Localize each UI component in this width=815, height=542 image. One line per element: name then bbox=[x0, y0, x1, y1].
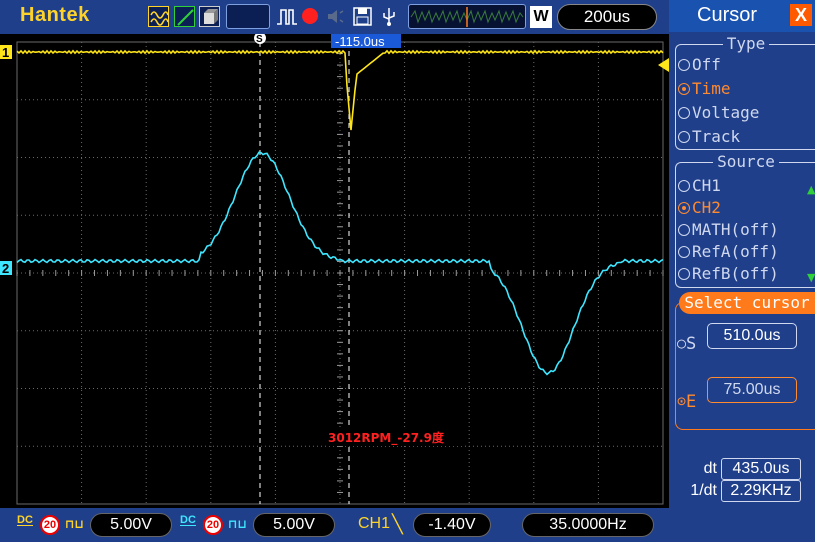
type-option-track[interactable]: Track bbox=[678, 127, 740, 146]
cursor-e-value[interactable]: 75.00us bbox=[707, 377, 797, 403]
source-option-ch2[interactable]: CH2 bbox=[678, 198, 721, 217]
type-group: Type Off Time Voltage Track bbox=[675, 34, 815, 150]
ch2-coupling[interactable]: DC bbox=[180, 515, 196, 526]
memory-overview-bar[interactable] bbox=[408, 4, 526, 29]
ch2-trace bbox=[16, 151, 664, 376]
source-option-ch1[interactable]: CH1 bbox=[678, 176, 721, 195]
record-dot-icon[interactable] bbox=[302, 8, 318, 24]
ch2-marker-label: 2 bbox=[2, 261, 9, 276]
ch2-invert-icon: ⊓⊔ bbox=[228, 517, 248, 531]
bottom-status-bar: DC 20 ⊓⊔ 5.00V DC 20 ⊓⊔ 5.00V CH1 ╲ -1.4… bbox=[0, 508, 669, 542]
memory-window-label[interactable]: W bbox=[530, 6, 552, 28]
waveform-plot[interactable]: 1 2 S -115.0us 3012RPM_-27.9度 bbox=[0, 34, 669, 508]
frequency-readout: 35.0000Hz bbox=[522, 513, 654, 537]
radio-icon bbox=[678, 59, 690, 71]
radio-icon bbox=[678, 246, 690, 258]
acquire-wave-icon[interactable] bbox=[148, 6, 169, 27]
trigger-source[interactable]: CH1 bbox=[358, 515, 390, 533]
usb-print-icon[interactable] bbox=[378, 6, 399, 27]
type-option-time[interactable]: Time bbox=[678, 79, 731, 98]
ch1-marker-label: 1 bbox=[2, 45, 9, 60]
panel-title: Cursor bbox=[697, 4, 758, 26]
radio-icon bbox=[678, 268, 690, 280]
ch1-volts-div[interactable]: 5.00V bbox=[90, 513, 172, 537]
cube-icon[interactable] bbox=[199, 6, 220, 27]
top-toolbar: Hantek W 200us bbox=[0, 0, 669, 34]
ch2-volts-div[interactable]: 5.00V bbox=[253, 513, 335, 537]
radio-icon bbox=[678, 131, 690, 143]
save-disk-icon[interactable] bbox=[352, 6, 373, 27]
ch1-invert-icon: ⊓⊔ bbox=[65, 517, 85, 531]
source-option-refa[interactable]: RefA(off) bbox=[678, 242, 779, 261]
dt-label: dt bbox=[703, 460, 717, 477]
radio-selected-icon bbox=[678, 83, 690, 95]
source-group: Source CH1 CH2 MATH(off) RefA(off) RefB(… bbox=[675, 152, 815, 288]
scroll-up-icon[interactable]: ▲ bbox=[807, 183, 815, 196]
type-group-title: Type bbox=[722, 34, 770, 53]
brand-logo: Hantek bbox=[20, 4, 90, 26]
ch2-bw-limit-badge[interactable]: 20 bbox=[203, 515, 223, 535]
speaker-icon[interactable] bbox=[326, 6, 347, 27]
blank-status-box bbox=[226, 4, 270, 29]
cursor-e-option[interactable]: ⊙E bbox=[677, 392, 696, 412]
ch1-coupling[interactable]: DC bbox=[17, 515, 33, 526]
trigger-level[interactable]: -1.40V bbox=[413, 513, 491, 537]
source-group-title: Source bbox=[713, 152, 779, 171]
ramp-icon[interactable] bbox=[174, 6, 195, 27]
radio-icon bbox=[678, 180, 690, 192]
panel-header: Cursor X bbox=[669, 0, 815, 32]
ch1-bw-limit-badge[interactable]: 20 bbox=[40, 515, 60, 535]
trigger-pulse-icon[interactable] bbox=[276, 6, 297, 27]
source-option-math[interactable]: MATH(off) bbox=[678, 220, 779, 239]
radio-icon bbox=[678, 224, 690, 236]
radio-icon bbox=[678, 107, 690, 119]
source-option-refb[interactable]: RefB(off) bbox=[678, 264, 779, 283]
trigger-time-readout: -115.0us bbox=[335, 34, 385, 49]
inv-dt-value: 2.29KHz bbox=[721, 480, 801, 502]
cursor-menu-panel: Cursor X Type Off Time Voltage Track Sou… bbox=[669, 0, 815, 542]
scope-display[interactable]: 1 2 S -115.0us 3012RPM_-27.9度 bbox=[0, 34, 669, 508]
timebase-readout[interactable]: 200us bbox=[557, 4, 657, 30]
type-option-voltage[interactable]: Voltage bbox=[678, 103, 759, 122]
select-cursor-title: Select cursor bbox=[679, 292, 815, 314]
type-option-off[interactable]: Off bbox=[678, 55, 721, 74]
dt-value: 435.0us bbox=[721, 458, 801, 480]
annotation-text: 3012RPM_-27.9度 bbox=[328, 430, 445, 446]
close-button[interactable]: X bbox=[790, 4, 812, 26]
cursor-s-option[interactable]: ○S bbox=[677, 334, 696, 354]
inv-dt-label: 1/dt bbox=[690, 482, 717, 499]
scroll-down-icon[interactable]: ▼ bbox=[807, 271, 815, 284]
radio-selected-icon bbox=[678, 202, 690, 214]
cursor-s-value[interactable]: 510.0us bbox=[707, 323, 797, 349]
falling-edge-icon[interactable]: ╲ bbox=[392, 514, 403, 535]
cursor-s-marker-label: S bbox=[256, 34, 263, 45]
